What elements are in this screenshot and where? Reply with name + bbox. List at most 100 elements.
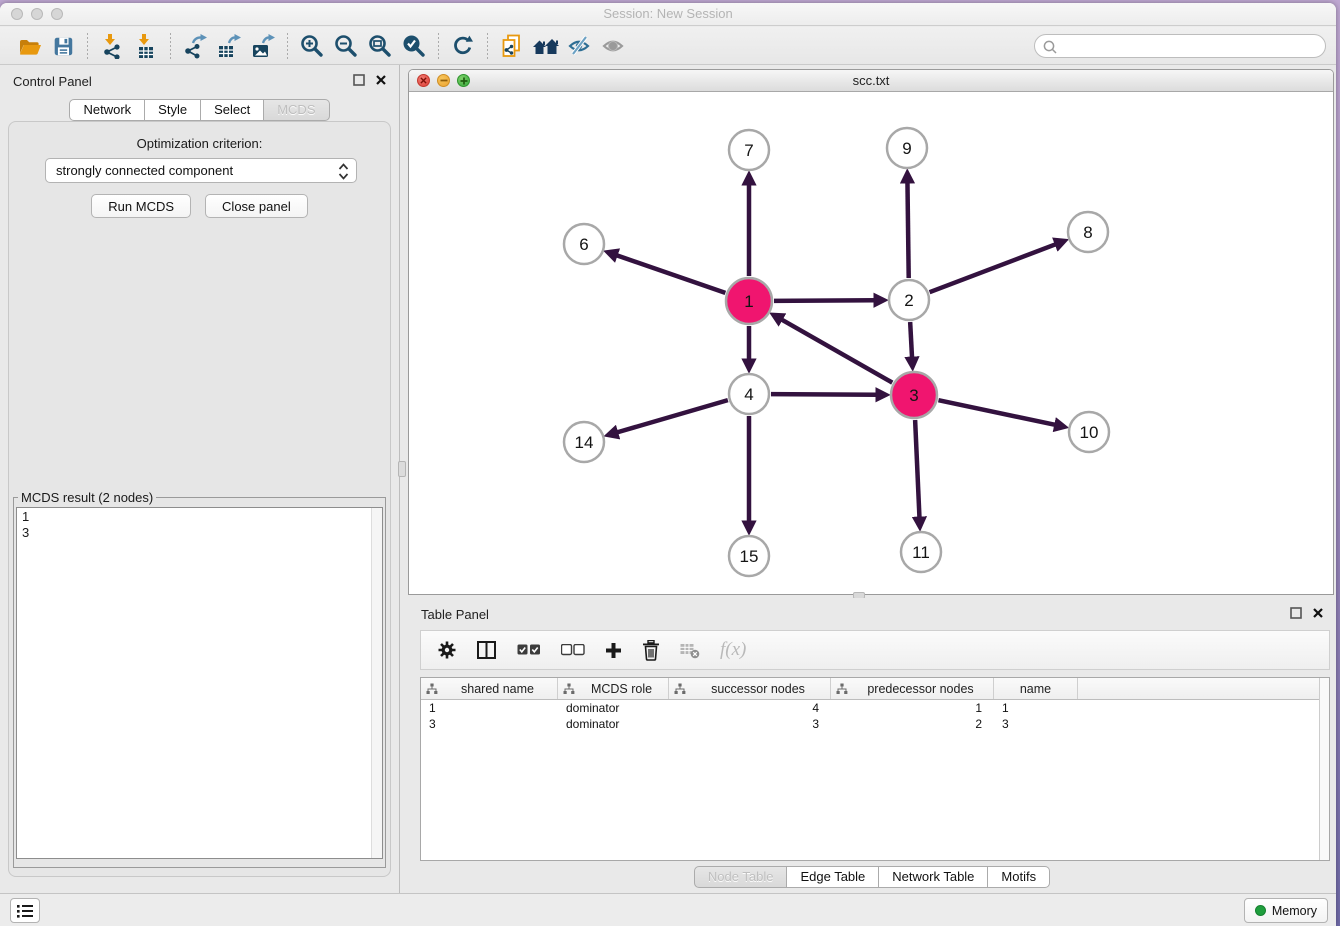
column-header-MCDS-role[interactable]: MCDS role [558, 678, 669, 699]
column-header-name[interactable]: name [994, 678, 1078, 699]
toolbar-separator [287, 33, 288, 59]
node-label-10: 10 [1080, 423, 1099, 442]
deselect-all-rows-icon[interactable] [561, 644, 585, 656]
window-titlebar[interactable]: Session: New Session [0, 3, 1336, 26]
delete-column-icon[interactable] [642, 640, 660, 661]
tab-network[interactable]: Network [69, 99, 145, 121]
cell-shared-name[interactable]: 3 [421, 716, 558, 732]
cell-MCDS-role[interactable]: dominator [558, 700, 669, 716]
criterion-dropdown-value: strongly connected component [56, 163, 233, 178]
hide-panels-icon[interactable] [563, 31, 597, 61]
column-header-predecessor-nodes[interactable]: predecessor nodes [831, 678, 994, 699]
edge-4-3[interactable] [771, 394, 877, 395]
zoom-in-icon[interactable] [295, 31, 329, 61]
result-scrollbar[interactable] [371, 508, 382, 858]
close-panel-button[interactable]: Close panel [205, 194, 308, 218]
save-session-icon[interactable] [46, 31, 80, 61]
float-panel-icon[interactable] [353, 74, 365, 86]
control-panel-tabbar: NetworkStyleSelectMCDS [0, 99, 399, 121]
network-graph[interactable]: 7968124314101511 [409, 92, 1333, 594]
table-header-row: shared nameMCDS rolesuccessor nodesprede… [421, 678, 1329, 700]
node-label-3: 3 [909, 386, 918, 405]
refresh-view-icon[interactable] [446, 31, 480, 61]
control-panel-header: Control Panel [0, 65, 399, 97]
open-session-icon[interactable] [12, 31, 46, 61]
cell-successor-nodes[interactable]: 4 [669, 700, 831, 716]
home-browser-icon[interactable] [529, 31, 563, 61]
cell-successor-nodes[interactable]: 3 [669, 716, 831, 732]
column-header-shared-name[interactable]: shared name [421, 678, 558, 699]
control-panel-title: Control Panel [13, 74, 92, 89]
import-table-icon[interactable] [129, 31, 163, 61]
table-panel-header: Table Panel [408, 598, 1336, 630]
edge-1-6[interactable] [616, 255, 725, 293]
node-label-4: 4 [744, 385, 753, 404]
network-window-titlebar[interactable]: scc.txt [409, 70, 1333, 92]
tab-node-table[interactable]: Node Table [694, 866, 788, 888]
tab-edge-table[interactable]: Edge Table [787, 866, 879, 888]
table-scrollbar[interactable] [1319, 678, 1329, 860]
cell-name[interactable]: 3 [994, 716, 1078, 732]
edge-2-9[interactable] [907, 182, 908, 278]
tab-style[interactable]: Style [145, 99, 201, 121]
edge-2-3[interactable] [910, 322, 912, 358]
node-label-11: 11 [912, 543, 930, 562]
edge-3-11[interactable] [915, 420, 919, 518]
run-mcds-button[interactable]: Run MCDS [91, 194, 191, 218]
vertical-splitter-handle[interactable] [398, 461, 406, 477]
node-label-14: 14 [575, 433, 594, 452]
export-network-icon[interactable] [178, 31, 212, 61]
memory-button[interactable]: Memory [1244, 898, 1328, 923]
edge-4-14[interactable] [617, 400, 728, 432]
tab-network-table[interactable]: Network Table [879, 866, 988, 888]
network-canvas[interactable]: 7968124314101511 [409, 92, 1333, 594]
criterion-dropdown[interactable]: strongly connected component [45, 158, 357, 183]
show-panels-disabled-icon[interactable] [597, 31, 631, 61]
import-network-icon[interactable] [95, 31, 129, 61]
search-icon [1042, 39, 1058, 55]
tab-motifs[interactable]: Motifs [988, 866, 1050, 888]
toolbar-separator [87, 33, 88, 59]
cell-MCDS-role[interactable]: dominator [558, 716, 669, 732]
tab-select[interactable]: Select [201, 99, 264, 121]
table-settings-gear-icon[interactable] [437, 640, 457, 660]
export-image-icon[interactable] [246, 31, 280, 61]
edge-3-10[interactable] [938, 400, 1055, 425]
close-panel-icon[interactable] [375, 74, 387, 86]
node-label-9: 9 [902, 139, 911, 158]
edge-1-2[interactable] [774, 300, 875, 301]
search-field [1034, 34, 1326, 58]
column-header-successor-nodes[interactable]: successor nodes [669, 678, 831, 699]
show-column-panel-icon[interactable] [477, 641, 497, 659]
memory-status-icon [1255, 905, 1266, 916]
add-column-icon[interactable] [605, 642, 622, 659]
tab-mcds[interactable]: MCDS [264, 99, 329, 121]
delete-table-disabled-icon[interactable] [680, 642, 700, 659]
cell-predecessor-nodes[interactable]: 2 [831, 716, 994, 732]
attribute-type-icon [674, 683, 686, 695]
zoom-out-icon[interactable] [329, 31, 363, 61]
export-table-icon[interactable] [212, 31, 246, 61]
edge-3-1[interactable] [781, 319, 892, 382]
cell-name[interactable]: 1 [994, 700, 1078, 716]
edge-2-8[interactable] [930, 244, 1057, 292]
mcds-result-box: MCDS result (2 nodes) 1 3 [13, 490, 386, 868]
close-table-panel-icon[interactable] [1312, 607, 1324, 619]
dropdown-stepper-icon [337, 162, 350, 186]
select-all-rows-icon[interactable] [517, 644, 541, 656]
application-window: Session: New Session [0, 3, 1336, 926]
table-row[interactable]: 3dominator323 [421, 716, 1329, 732]
node-table[interactable]: shared nameMCDS rolesuccessor nodesprede… [420, 677, 1330, 861]
table-row[interactable]: 1dominator411 [421, 700, 1329, 716]
task-history-button[interactable] [10, 898, 40, 923]
cell-predecessor-nodes[interactable]: 1 [831, 700, 994, 716]
table-tabbar: Node TableEdge TableNetwork TableMotifs [408, 866, 1336, 888]
zoom-selected-icon[interactable] [397, 31, 431, 61]
search-input[interactable] [1061, 37, 1317, 55]
function-builder-icon[interactable]: f(x) [720, 639, 746, 661]
cell-shared-name[interactable]: 1 [421, 700, 558, 716]
float-table-panel-icon[interactable] [1290, 607, 1302, 619]
zoom-fit-icon[interactable] [363, 31, 397, 61]
clone-network-icon[interactable] [495, 31, 529, 61]
network-view-title: scc.txt [409, 73, 1333, 88]
